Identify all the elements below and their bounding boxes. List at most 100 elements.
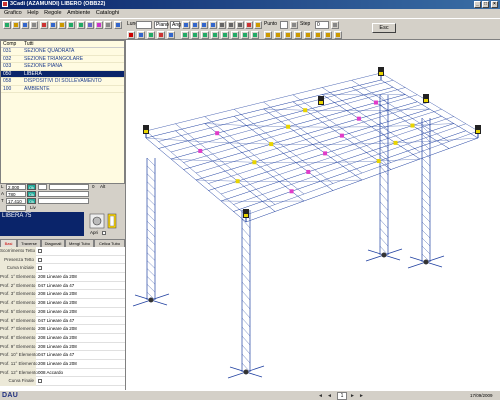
delete-icon[interactable] [157,31,165,39]
zoom-in-icon[interactable] [218,21,226,29]
info-icon[interactable] [95,21,103,29]
menu-help[interactable]: Help [27,10,38,16]
a-extra-field[interactable] [38,191,89,197]
mirror-icon[interactable] [241,31,249,39]
property-value[interactable]: 008 Accardo [36,370,63,375]
property-row[interactable]: Curva Iniziale [0,264,125,274]
property-value[interactable]: 208 Lineare da 208 [36,344,77,349]
property-row[interactable]: Prof. 5° Elemento 208 Lineare da 208 [0,307,125,317]
punto-field[interactable] [280,21,288,29]
spare-field[interactable] [38,184,47,190]
zoom-all-icon[interactable] [236,21,244,29]
tab-basi[interactable]: Basi [0,239,17,247]
open-icon[interactable] [12,21,20,29]
property-value[interactable]: 208 Lineare da 208 [36,335,77,340]
property-value[interactable]: 208 Lineare da 208 [36,326,77,331]
property-row[interactable]: Prof. 3° Elemento 208 Lineare da 208 [0,290,125,300]
property-row[interactable]: Prof. 8° Elemento 208 Lineare da 208 [0,333,125,343]
property-value[interactable]: 208 Lineare da 208 [36,309,77,314]
measure-icon[interactable] [254,21,262,29]
punto-down-icon[interactable] [290,21,298,29]
l-ok-button[interactable]: Ok [27,184,36,190]
3d-viewport[interactable] [125,40,500,390]
component-row[interactable]: 033 SEZIONE PIANA [1,63,124,71]
copy-element-icon[interactable] [251,31,259,39]
length-field[interactable] [49,184,89,190]
copy-icon[interactable] [49,21,57,29]
view-top-icon[interactable] [200,21,208,29]
layer-2-icon[interactable] [274,31,282,39]
paste-icon[interactable] [58,21,66,29]
component-row[interactable]: 032 SEZIONE TRIANGOLARE [1,56,124,63]
l-field[interactable]: 2.000 [6,184,26,190]
t-field[interactable]: 17.410 [6,198,26,204]
layer-1-icon[interactable] [264,31,272,39]
component-row-selected[interactable]: 050 LIBERA [1,70,124,78]
property-row[interactable]: Prof. 11° Elemento208 Lineare da 208 [0,359,125,369]
step-down-icon[interactable] [331,21,339,29]
redo-icon[interactable] [77,21,85,29]
menu-ambiente[interactable]: Ambiente [67,10,90,16]
arrow-down-icon[interactable] [191,31,199,39]
maximize-button[interactable]: □ [482,1,489,8]
component-row[interactable]: 100 AMBIENTE [1,86,124,93]
liv-field[interactable] [6,205,26,211]
tab-traverse[interactable]: Traverse [17,239,41,247]
view-side-icon[interactable] [191,21,199,29]
rotate-left-icon[interactable] [221,31,229,39]
a-field[interactable]: 780 [6,191,26,197]
layer-3-icon[interactable] [284,31,292,39]
ang-field[interactable]: Ang [170,21,181,29]
property-row[interactable]: Prof. 10° Elemento047 Lineare da 47 [0,351,125,360]
t-ok-button[interactable]: Ok [27,198,36,204]
property-row[interactable]: Prof. 7° Elemento 208 Lineare da 208 [0,325,125,334]
property-row[interactable]: Presenza Tetto [0,255,125,265]
layer-6-icon[interactable] [314,31,322,39]
piano-field[interactable]: Piano [154,21,169,29]
property-row[interactable]: Prof. 6° Elemento 047 Lineare da 47 [0,316,125,326]
layer-5-icon[interactable] [304,31,312,39]
property-row[interactable]: Scorrimento Tetto [0,247,125,256]
property-row[interactable]: Prof. 4° Elemento 208 Lineare da 208 [0,299,125,308]
first-page-icon[interactable]: ◄ [318,392,323,400]
property-checkbox[interactable] [38,248,42,253]
step-field[interactable]: 0 [315,21,329,29]
lung-field[interactable] [136,21,152,29]
view-3d-icon[interactable] [209,21,217,29]
pan-icon[interactable] [245,21,253,29]
close-button[interactable]: × [491,1,498,8]
property-value[interactable]: 208 Lineare da 208 [36,300,77,305]
property-value[interactable]: 208 Lineare da 208 [36,361,77,366]
tab-celica-tubo[interactable]: Celica Tubo [94,239,125,247]
property-checkbox[interactable] [38,379,42,384]
t-extra-field[interactable] [38,198,89,204]
grid-icon[interactable] [114,21,122,29]
insert-icon[interactable] [147,31,155,39]
property-value[interactable]: 208 Lineare da 208 [36,291,77,296]
print-icon[interactable] [30,21,38,29]
component-row[interactable]: 058 DISPOSITIVI DI SOLLEVAMENTO [1,78,124,86]
settings-icon[interactable] [104,21,112,29]
tab-mengi-tubo[interactable]: Mengi Tubo [65,239,94,247]
property-value[interactable]: 047 Lineare da 47 [36,352,74,357]
select-icon[interactable] [137,31,145,39]
last-page-icon[interactable]: ► [359,392,364,400]
save-icon[interactable] [21,21,29,29]
arrow-up-icon[interactable] [181,31,189,39]
a-ok-button[interactable]: Ok [27,191,36,197]
cut-icon[interactable] [40,21,48,29]
property-checkbox[interactable] [38,266,42,271]
zoom-out-icon[interactable] [227,21,235,29]
esc-button[interactable]: Esc [372,23,396,33]
move-icon[interactable] [167,31,175,39]
arrow-left-icon[interactable] [201,31,209,39]
property-value[interactable]: 208 Lineare da 208 [36,274,77,279]
component-row[interactable]: 031 SEZIONE QUADRATA [1,48,124,56]
property-row[interactable]: Prof. 9° Elemento 208 Lineare da 208 [0,342,125,352]
next-page-icon[interactable]: ► [350,392,355,400]
property-value[interactable]: 047 Lineare da 47 [36,318,74,323]
tab-diagonali[interactable]: Diagonali [41,239,65,247]
prev-page-icon[interactable]: ◄ [327,392,332,400]
property-checkbox[interactable] [38,257,42,262]
layer-4-icon[interactable] [294,31,302,39]
